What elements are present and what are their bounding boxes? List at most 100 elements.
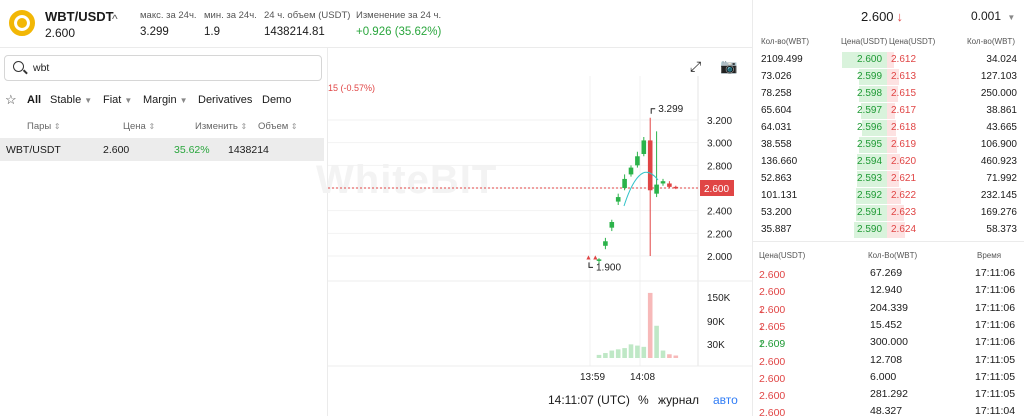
tab-all[interactable]: All xyxy=(27,94,41,106)
orderbook-row[interactable]: 73.026 2.599 2.613 127.103 xyxy=(753,68,1024,85)
ask-qty: 38.861 xyxy=(986,105,1017,116)
volume-tick-label: 150K xyxy=(707,293,731,304)
bid-qty: 101.131 xyxy=(761,190,798,201)
orderbook-row[interactable]: 52.863 2.593 2.621 71.992 xyxy=(753,170,1024,187)
tab-margin[interactable]: Margin ▼ xyxy=(143,94,188,106)
volume-bar xyxy=(622,348,627,358)
pair-name[interactable]: WBT/USDT xyxy=(45,9,114,24)
tab-fiat[interactable]: Fiat ▼ xyxy=(103,94,132,106)
candle-body xyxy=(667,183,672,187)
volume-bar xyxy=(667,354,672,358)
ask-qty: 71.992 xyxy=(986,173,1017,184)
divider xyxy=(753,241,1024,242)
search-input[interactable] xyxy=(33,60,313,76)
trade-time: 17:11:06 xyxy=(975,284,1016,297)
tab-label: Margin xyxy=(143,94,177,106)
caret-down-icon: ▼ xyxy=(84,96,93,105)
candle-body xyxy=(622,178,627,188)
bid-qty: 53.200 xyxy=(761,207,792,218)
trade-qty: 204.339 xyxy=(870,301,908,314)
stat-label: Изменение за 24 ч. xyxy=(356,10,442,21)
percent-button[interactable]: % xyxy=(638,393,649,407)
table-row[interactable]: WBT/USDT 2.600 35.62% 1438214 xyxy=(0,138,324,161)
ob-col-ask-qty: Кол-во(WBT) xyxy=(967,37,1015,46)
trade-qty: 48.327 xyxy=(870,405,903,416)
price-tick-label: 3.000 xyxy=(707,139,732,150)
ob-col-ask-price: Цена(USDT) xyxy=(889,37,936,46)
sort-icon: ⇕ xyxy=(148,122,156,131)
tab-demo[interactable]: Demo xyxy=(262,94,291,106)
tab-derivatives[interactable]: Derivatives xyxy=(198,94,252,106)
orderbook-row[interactable]: 136.660 2.594 2.620 460.923 xyxy=(753,153,1024,170)
ask-price: 2.624 xyxy=(891,224,917,235)
volume-tick-label: 30K xyxy=(707,340,725,351)
col-label: Пары xyxy=(27,121,52,132)
col-price[interactable]: Цена ⇕ xyxy=(123,121,155,132)
market-filters: ☆ All Stable ▼ Fiat ▼ Margin ▼ Derivatives … xyxy=(4,92,324,110)
orderbook-row[interactable]: 53.200 2.591 2.623 169.276 xyxy=(753,204,1024,221)
tab-stable[interactable]: Stable ▼ xyxy=(50,94,92,106)
candle-body xyxy=(660,181,666,184)
log-button[interactable]: журнал xyxy=(658,393,699,407)
ob-col-bid-qty: Кол-во(WBT) xyxy=(761,37,809,46)
ask-price: 2.615 xyxy=(891,88,917,99)
high-marker xyxy=(650,108,656,114)
orderbook-row[interactable]: 35.887 2.590 2.624 58.373 xyxy=(753,221,1024,238)
indicator-line xyxy=(623,171,659,207)
trade-qty: 67.269 xyxy=(870,267,903,279)
bid-qty: 38.558 xyxy=(761,139,792,150)
row-volume: 1438214 xyxy=(228,144,269,156)
trade-row: 2.600 ↓ 204.339 17:11:06 xyxy=(753,300,1024,317)
stat-label: макс. за 24ч. xyxy=(140,10,197,21)
sort-icon: ⇕ xyxy=(290,122,298,131)
stat-high: макс. за 24ч. 3.299 xyxy=(140,10,197,38)
sort-icon: ⇕ xyxy=(240,122,248,131)
orderbook-row[interactable]: 101.131 2.592 2.622 232.145 xyxy=(753,187,1024,204)
step-select[interactable]: 0.001 ▼ xyxy=(971,9,1015,23)
trade-marker: ▲▲ xyxy=(585,254,599,261)
bid-price: 2.594 xyxy=(857,156,883,167)
bid-qty: 73.026 xyxy=(761,71,792,82)
wbt-logo-icon xyxy=(9,10,35,36)
stat-value: 3.299 xyxy=(140,26,169,38)
trade-row: 2.605 ↓ 15.452 17:11:06 xyxy=(753,317,1024,334)
trade-price-value: 2.600 xyxy=(759,269,786,281)
bid-price: 2.599 xyxy=(857,71,883,82)
trade-price-value: 2.600 xyxy=(759,372,786,385)
orderbook-panel: 2.600 ↓ 0.001 ▼ Кол-во(WBT) Цена(USDT) Це… xyxy=(752,0,1024,416)
bid-qty: 35.887 xyxy=(761,224,792,235)
price-tick-label: 3.200 xyxy=(707,116,732,127)
bid-price: 2.600 xyxy=(857,54,883,65)
trade-row: 2.600 48.327 17:11:04 xyxy=(753,403,1024,416)
star-icon[interactable]: ☆ xyxy=(5,92,17,108)
pair-price: 2.600 xyxy=(45,26,76,40)
search-box[interactable] xyxy=(4,55,322,81)
volume-tick-label: 90K xyxy=(707,317,725,328)
volume-bar xyxy=(603,353,608,358)
low-label: 1.900 xyxy=(596,262,621,273)
col-pair[interactable]: Пары ⇕ xyxy=(27,121,61,132)
orderbook-row[interactable]: 65.604 2.597 2.617 38.861 xyxy=(753,102,1024,119)
chart-canvas[interactable]: 3.2003.0002.8002.6002.4002.2002.0002.600… xyxy=(328,48,752,388)
auto-button[interactable]: авто xyxy=(713,393,738,407)
orderbook-row[interactable]: 64.031 2.596 2.618 43.665 xyxy=(753,119,1024,136)
ask-qty: 43.665 xyxy=(986,122,1017,133)
stat-change: Изменение за 24 ч. +0.926 (35.62%) xyxy=(356,10,441,38)
orderbook-row[interactable]: 2109.499 2.600 2.612 34.024 xyxy=(753,51,1024,68)
time-tick-label: 13:59 xyxy=(580,372,605,383)
candle-body xyxy=(635,156,640,166)
chevron-up-icon[interactable]: ^ xyxy=(112,12,118,26)
col-change[interactable]: Изменить ⇕ xyxy=(195,121,247,132)
price-tick-label: 2.000 xyxy=(707,252,732,263)
col-volume[interactable]: Объем ⇕ xyxy=(258,121,298,132)
orderbook-row[interactable]: 78.258 2.598 2.615 250.000 xyxy=(753,85,1024,102)
current-price-tag-label: 2.600 xyxy=(704,184,729,195)
price-chart[interactable]: WhiteBIT 15 (-0.57%) ⤢ 📷 3.200 3.000 2.800… xyxy=(316,48,752,416)
trade-qty: 15.452 xyxy=(870,318,903,331)
bid-qty: 136.660 xyxy=(761,156,798,167)
trade-arrow-icon: ↓ xyxy=(759,320,765,333)
orderbook-row[interactable]: 38.558 2.595 2.619 106.900 xyxy=(753,136,1024,153)
ask-price: 2.622 xyxy=(891,190,917,201)
bid-price: 2.591 xyxy=(857,207,883,218)
row-price: 2.600 xyxy=(103,144,130,156)
